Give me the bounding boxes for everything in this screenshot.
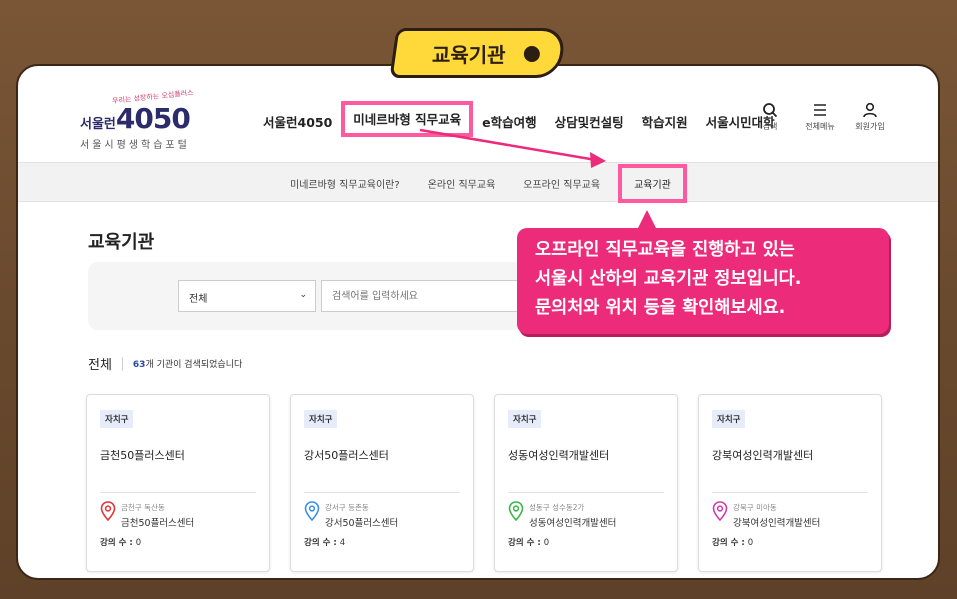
institution-name: 강북여성인력개발센터 <box>712 449 814 462</box>
location-pin-icon <box>712 501 728 521</box>
institution-address: 금천구 독산동 <box>121 503 165 512</box>
header-utils: 검색 전체메뉴 회원가입 <box>752 102 888 132</box>
lecture-count-label: 강의 수 : <box>508 538 544 548</box>
location-pin-icon <box>508 501 524 521</box>
divider <box>121 356 123 371</box>
divider <box>304 492 460 493</box>
institution-card[interactable]: 자치구 강서50플러스센터 강서구 등촌동 강서50플러스센터 강의 수 : 4 <box>290 394 474 572</box>
tag-dot-icon <box>523 46 540 62</box>
category-badge: 자치구 <box>100 410 134 428</box>
search-button[interactable]: 검색 <box>752 102 788 132</box>
institution-address: 성동구 성수동2가 <box>529 503 585 512</box>
institution-card[interactable]: 자치구 성동여성인력개발센터 성동구 성수동2가 성동여성인력개발센터 강의 수… <box>494 394 678 572</box>
site-header: 우리는 성장하는 오십플러스 서울런4050 서울시평생학습포털 서울런4050… <box>18 66 938 164</box>
result-count: 63개 기관이 검색되었습니다 <box>133 357 242 370</box>
callout-line-3: 문의처와 위치 등을 확인해보세요. <box>535 298 786 318</box>
logo-number: 4050 <box>115 102 191 135</box>
result-title: 전체 <box>88 358 112 373</box>
menu-button[interactable]: 전체메뉴 <box>802 102 838 132</box>
menu-label: 전체메뉴 <box>805 122 835 131</box>
category-badge: 자치구 <box>712 410 746 428</box>
result-count-suffix: 개 기관이 검색되었습니다 <box>145 360 243 370</box>
lecture-count: 강의 수 : 4 <box>304 536 345 548</box>
section-tag-label: 교육기관 <box>432 42 506 67</box>
lecture-count-label: 강의 수 : <box>712 538 748 548</box>
nav-item-support[interactable]: 학습지원 <box>633 106 697 137</box>
lecture-count-value: 0 <box>543 538 550 548</box>
search-input[interactable] <box>321 280 521 312</box>
institution-name: 금천50플러스센터 <box>100 449 185 462</box>
result-count-number: 63 <box>132 360 146 370</box>
logo-mark: 서울런4050 <box>80 102 191 135</box>
institution-place: 강서50플러스센터 <box>325 518 399 529</box>
section-tag: 교육기관 <box>389 28 567 78</box>
subnav-item-about[interactable]: 미네르바형 직무교육이란? <box>276 176 414 191</box>
callout-line-2: 서울시 산하의 교육기관 정보입니다. <box>535 269 802 289</box>
site-logo[interactable]: 우리는 성장하는 오십플러스 서울런4050 서울시평생학습포털 <box>80 89 194 151</box>
divider <box>100 492 256 493</box>
search-icon <box>763 103 778 118</box>
lecture-count-value: 4 <box>339 538 346 548</box>
divider <box>712 492 868 493</box>
category-select[interactable]: 전체 ⌄ <box>178 280 316 312</box>
chevron-down-icon: ⌄ <box>299 290 307 300</box>
search-label: 검색 <box>762 122 778 131</box>
lecture-count-value: 0 <box>135 538 142 548</box>
institution-card[interactable]: 자치구 강북여성인력개발센터 강북구 미아동 강북여성인력개발센터 강의 수 :… <box>698 394 882 572</box>
user-icon <box>863 102 877 118</box>
institution-name: 강서50플러스센터 <box>304 449 389 462</box>
institution-place: 성동여성인력개발센터 <box>529 518 617 529</box>
location-pin-icon <box>100 501 116 521</box>
institution-list: 자치구 금천50플러스센터 금천구 독산동 금천50플러스센터 강의 수 : 0… <box>86 394 882 572</box>
result-summary: 전체 63개 기관이 검색되었습니다 <box>88 354 242 373</box>
divider <box>508 492 664 493</box>
nav-item-elearning[interactable]: e학습여행 <box>473 106 545 137</box>
location-pin-icon <box>304 501 320 521</box>
guide-callout: 오프라인 직무교육을 진행하고 있는 서울시 산하의 교육기관 정보입니다. 문… <box>517 228 889 334</box>
lecture-count: 강의 수 : 0 <box>712 536 753 548</box>
main-nav: 서울런4050 미네르바형 직무교육 e학습여행 상담및컨설팅 학습지원 서울시… <box>254 101 784 137</box>
logo-seoul: 서울런 <box>80 117 116 132</box>
category-badge: 자치구 <box>508 410 542 428</box>
sub-nav: 미네르바형 직무교육이란? 온라인 직무교육 오프라인 직무교육 교육기관 <box>18 162 938 203</box>
hamburger-icon <box>814 104 826 116</box>
lecture-count: 강의 수 : 0 <box>508 536 549 548</box>
institution-place: 금천50플러스센터 <box>121 518 195 529</box>
lecture-count-value: 0 <box>747 538 754 548</box>
institution-name: 성동여성인력개발센터 <box>508 449 610 462</box>
nav-item-minerva[interactable]: 미네르바형 직무교육 <box>341 101 474 137</box>
signup-label: 회원가입 <box>855 122 885 131</box>
callout-tail <box>637 210 657 230</box>
category-select-value: 전체 <box>189 294 208 305</box>
subnav-item-institutions[interactable]: 교육기관 <box>618 163 687 203</box>
lecture-count: 강의 수 : 0 <box>100 536 141 548</box>
institution-card[interactable]: 자치구 금천50플러스센터 금천구 독산동 금천50플러스센터 강의 수 : 0 <box>86 394 270 572</box>
nav-item-seoulrun[interactable]: 서울런4050 <box>254 106 341 137</box>
logo-subtitle: 서울시평생학습포털 <box>80 140 190 151</box>
lecture-count-label: 강의 수 : <box>100 538 136 548</box>
institution-address: 강북구 미아동 <box>733 503 777 512</box>
signup-button[interactable]: 회원가입 <box>852 102 888 132</box>
page-title: 교육기관 <box>88 232 155 253</box>
nav-item-consulting[interactable]: 상담및컨설팅 <box>546 106 633 137</box>
callout-line-1: 오프라인 직무교육을 진행하고 있는 <box>535 240 795 260</box>
lecture-count-label: 강의 수 : <box>304 538 340 548</box>
subnav-item-online[interactable]: 온라인 직무교육 <box>414 176 510 191</box>
subnav-item-offline[interactable]: 오프라인 직무교육 <box>509 176 614 191</box>
institution-address: 강서구 등촌동 <box>325 503 369 512</box>
institution-place: 강북여성인력개발센터 <box>733 518 821 529</box>
category-badge: 자치구 <box>304 410 338 428</box>
